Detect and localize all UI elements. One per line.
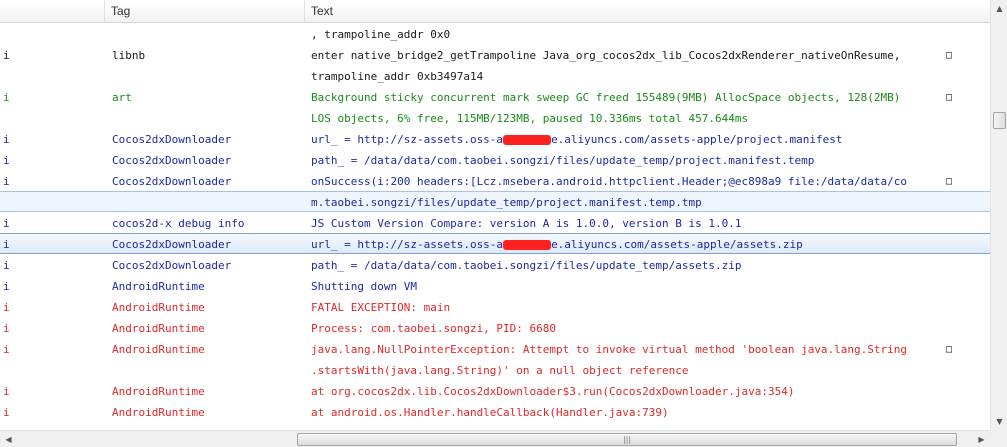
log-tag: Cocos2dxDownloader xyxy=(112,133,232,146)
log-level: i xyxy=(3,175,10,188)
log-message: JS Custom Version Compare: version A is … xyxy=(311,217,742,230)
log-tag: Cocos2dxDownloader xyxy=(112,238,232,251)
scroll-down-icon[interactable]: ▼ xyxy=(991,413,1007,430)
log-tag: Cocos2dxDownloader xyxy=(112,154,232,167)
log-row[interactable]: i cocos2d-x debug info JS Custom Version C… xyxy=(0,212,990,233)
log-message: java.lang.NullPointerException: Attempt … xyxy=(311,343,908,356)
log-message: path_ = /data/data/com.taobei.songzi/fil… xyxy=(311,259,742,272)
log-message-part: e.aliyuncs.com/assets-apple/assets.zip xyxy=(551,238,803,251)
redaction-mark xyxy=(503,135,552,145)
log-message-part: url_ = http://sz-assets.oss-a xyxy=(311,238,504,251)
log-tag: cocos2d-x debug info xyxy=(112,217,245,230)
log-row[interactable]: i libnb enter native_bridge2_getTrampoline… xyxy=(0,44,990,65)
log-row[interactable]: m.taobei.songzi/files/update_temp/projec… xyxy=(0,191,990,212)
log-message: Process: com.taobei.songzi, PID: 6680 xyxy=(311,322,557,335)
column-header-tag[interactable]: Tag xyxy=(105,0,305,23)
log-message: trampoline_addr 0xb3497a14 xyxy=(311,70,484,83)
log-row[interactable]: i AndroidRuntime at org.cocos2dx.lib.Cocos… xyxy=(0,380,990,401)
log-tag: AndroidRuntime xyxy=(112,385,205,398)
horizontal-scroll-thumb[interactable]: ||| xyxy=(297,433,957,446)
log-row[interactable]: i AndroidRuntime java.lang.NullPointerExce… xyxy=(0,338,990,359)
log-row[interactable]: i AndroidRuntime Shutting down VM xyxy=(0,275,990,296)
wrap-indicator-icon: □ xyxy=(946,344,953,355)
log-level: i xyxy=(3,280,10,293)
vertical-scroll-thumb[interactable] xyxy=(993,112,1006,129)
log-message: Background sticky concurrent mark sweep … xyxy=(311,91,901,104)
log-row[interactable]: LOS objects, 6% free, 115MB/123MB, pause… xyxy=(0,107,990,128)
log-level: i xyxy=(3,217,10,230)
column-header-text[interactable]: Text xyxy=(305,0,990,23)
log-table-header: Tag Text xyxy=(0,0,990,23)
log-row[interactable]: i AndroidRuntime FATAL EXCEPTION: main xyxy=(0,296,990,317)
log-row[interactable]: i AndroidRuntime at android.os.Handler.han… xyxy=(0,401,990,422)
log-message: onSuccess(i:200 headers:[Lcz.msebera.and… xyxy=(311,175,908,188)
log-level: i xyxy=(3,49,10,62)
log-level: i xyxy=(3,406,10,419)
log-message: url_ = http://sz-assets.oss-a e.aliyuncs.… xyxy=(311,129,943,150)
column-header-level[interactable] xyxy=(0,0,105,23)
wrap-indicator-icon: □ xyxy=(946,176,953,187)
log-level: i xyxy=(3,154,10,167)
log-level: i xyxy=(3,343,10,356)
log-message: at org.cocos2dx.lib.Cocos2dxDownloader$3… xyxy=(311,385,795,398)
log-tag: Cocos2dxDownloader xyxy=(112,175,232,188)
log-message: path_ = /data/data/com.taobei.songzi/fil… xyxy=(311,154,815,167)
log-row[interactable]: i AndroidRuntime Process: com.taobei.songz… xyxy=(0,317,990,338)
log-tag: AndroidRuntime xyxy=(112,322,205,335)
log-message-part: url_ = http://sz-assets.oss-a xyxy=(311,133,504,146)
log-message-part: e.aliyuncs.com/assets-apple/project.mani… xyxy=(551,133,843,146)
log-level: i xyxy=(3,91,10,104)
log-message: m.taobei.songzi/files/update_temp/projec… xyxy=(311,196,702,209)
log-message: enter native_bridge2_getTrampoline Java_… xyxy=(311,49,901,62)
wrap-indicator-icon: □ xyxy=(946,92,953,103)
scroll-left-icon[interactable]: ◀ xyxy=(0,431,17,447)
log-level: i xyxy=(3,322,10,335)
log-tag: AndroidRuntime xyxy=(112,343,205,356)
log-row[interactable]: , trampoline_addr 0x0 xyxy=(0,23,990,44)
log-level: i xyxy=(3,259,10,272)
wrap-indicator-icon: □ xyxy=(946,50,953,61)
log-message: Shutting down VM xyxy=(311,280,417,293)
log-message: at android.os.Handler.handleCallback(Han… xyxy=(311,406,669,419)
horizontal-scrollbar[interactable]: ◀ ||| ▶ xyxy=(0,430,990,447)
log-row[interactable]: .startsWith(java.lang.String)' on a null… xyxy=(0,359,990,380)
scroll-up-icon[interactable]: ▲ xyxy=(991,0,1007,17)
log-row[interactable]: i Cocos2dxDownloader path_ = /data/data/co… xyxy=(0,254,990,275)
log-level: i xyxy=(3,133,10,146)
log-message: , trampoline_addr 0x0 xyxy=(311,28,451,41)
log-message: .startsWith(java.lang.String)' on a null… xyxy=(311,364,689,377)
log-row[interactable]: i Cocos2dxDownloader path_ = /data/data/co… xyxy=(0,149,990,170)
log-tag: libnb xyxy=(112,49,146,62)
redaction-mark xyxy=(503,240,552,250)
log-row[interactable]: i Cocos2dxDownloader url_ = http://sz-asse… xyxy=(0,233,990,254)
vertical-scrollbar[interactable]: ▲ ▼ xyxy=(990,0,1007,430)
log-level: i xyxy=(3,238,10,251)
log-row[interactable]: trampoline_addr 0xb3497a14 xyxy=(0,65,990,86)
scroll-right-icon[interactable]: ▶ xyxy=(973,431,990,447)
log-tag: art xyxy=(112,91,132,104)
log-tag: AndroidRuntime xyxy=(112,301,205,314)
log-level: i xyxy=(3,385,10,398)
log-row[interactable]: i Cocos2dxDownloader onSuccess(i:200 heade… xyxy=(0,170,990,191)
scrollbar-corner xyxy=(990,430,1007,447)
log-message: FATAL EXCEPTION: main xyxy=(311,301,451,314)
log-row[interactable]: i Cocos2dxDownloader url_ = http://sz-asse… xyxy=(0,128,990,149)
log-level: i xyxy=(3,301,10,314)
log-tag: AndroidRuntime xyxy=(112,280,205,293)
log-tag: Cocos2dxDownloader xyxy=(112,259,232,272)
log-row[interactable]: i art Background sticky concurrent mark sw… xyxy=(0,86,990,107)
log-message: LOS objects, 6% free, 115MB/123MB, pause… xyxy=(311,112,749,125)
log-tag: AndroidRuntime xyxy=(112,406,205,419)
log-message: url_ = http://sz-assets.oss-a e.aliyuncs.… xyxy=(311,234,943,255)
log-rows: , trampoline_addr 0x0 i libnb enter native_… xyxy=(0,23,990,430)
